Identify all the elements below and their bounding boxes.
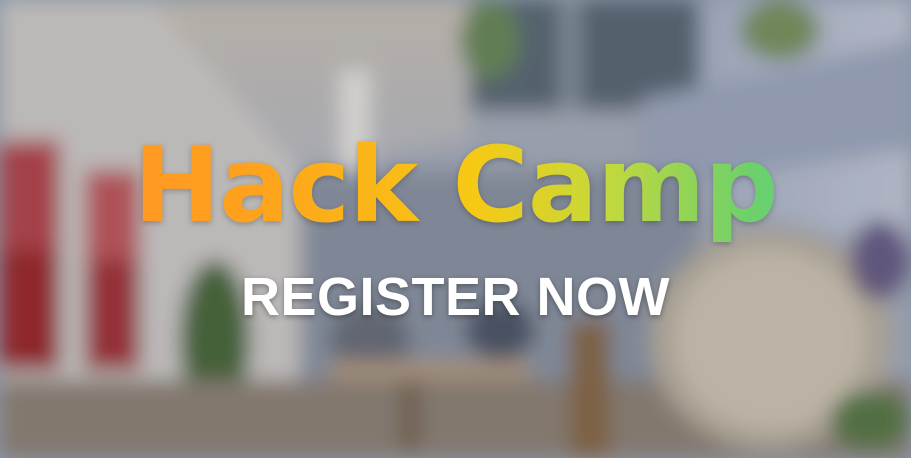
headline-title: Hack Camp — [0, 128, 911, 243]
promo-banner: Hack Camp REGISTER NOW — [0, 0, 911, 458]
register-now-cta[interactable]: REGISTER NOW — [0, 267, 911, 327]
